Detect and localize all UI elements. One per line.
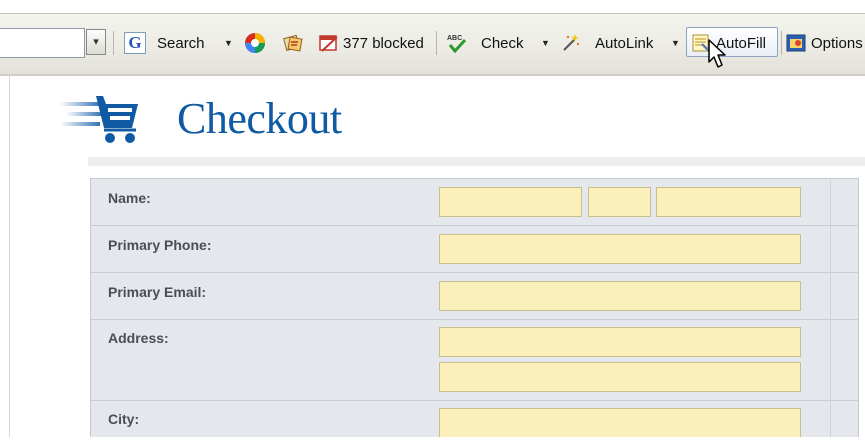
search-box[interactable] [0,28,85,58]
autolink-button-label: AutoLink [595,34,654,52]
spell-check-button[interactable]: ABC Check [446,28,524,58]
page-title: Checkout [177,94,342,143]
form-right-divider [830,178,831,437]
svg-text:ABC: ABC [447,35,462,42]
options-button-label: Options [811,34,863,52]
search-button-label: Search [157,34,205,52]
toolbar-bottom-border [0,74,865,76]
toolbar-separator [113,31,114,55]
middle-initial-field[interactable] [588,187,651,217]
browser-toolbar: ▾ G Search ▼ 377 blocked ABC Check ▼ Aut… [0,13,865,76]
dropdown-arrow-icon: ▼ [224,38,233,48]
shopping-cart-icon [60,96,138,143]
page-left-border [9,75,10,437]
toolbar-separator [436,31,437,55]
city-field[interactable] [439,408,801,437]
options-button[interactable]: Options [785,28,863,58]
autolink-menu-arrow[interactable]: ▼ [671,28,680,58]
toolbar-separator [781,31,782,55]
address-line-1-field[interactable] [439,327,801,357]
first-name-field[interactable] [439,187,582,217]
name-label: Name: [108,190,151,206]
search-menu-arrow[interactable]: ▼ [224,28,233,58]
popup-blocker-button[interactable]: 377 blocked [318,28,424,58]
phone-label: Primary Phone: [108,237,212,253]
toolbar-row: ▾ G Search ▼ 377 blocked ABC Check ▼ Aut… [0,27,865,58]
news-icon [283,34,303,52]
window-top-strip [0,0,865,13]
address-line-2-field[interactable] [439,362,801,392]
check-button-label: Check [481,34,524,52]
primary-phone-field[interactable] [439,234,801,264]
search-dropdown-button[interactable]: ▾ [86,29,106,55]
news-button[interactable] [282,28,304,58]
city-label: City: [108,411,140,427]
blocked-count-label: 377 blocked [343,34,424,52]
pagerank-button[interactable] [244,28,266,58]
address-label: Address: [108,330,169,346]
spellcheck-icon: ABC [447,35,467,54]
popup-blocker-icon [319,35,338,52]
google-search-button[interactable]: G Search [124,28,205,58]
email-label: Primary Email: [108,284,207,300]
dropdown-arrow-icon: ▼ [541,38,550,48]
pagerank-icon [245,33,265,53]
check-menu-arrow[interactable]: ▼ [541,28,550,58]
magic-wand-icon [563,34,580,51]
dropdown-arrow-icon: ▼ [671,38,680,48]
autolink-button[interactable]: AutoLink [559,28,653,58]
chevron-down-icon: ▾ [93,36,99,48]
google-icon: G [124,32,146,54]
mouse-pointer-icon [708,39,726,68]
options-icon [786,34,806,52]
last-name-field[interactable] [656,187,801,217]
header-divider-band [88,157,865,166]
primary-email-field[interactable] [439,281,801,311]
